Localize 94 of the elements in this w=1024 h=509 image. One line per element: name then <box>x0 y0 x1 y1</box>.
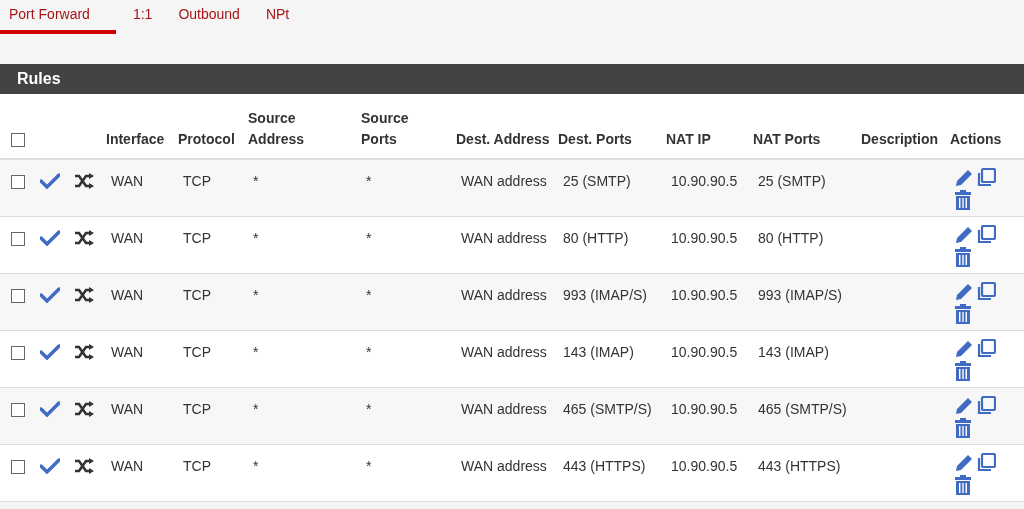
table-cell: TCP <box>183 173 211 189</box>
column-header: Actions <box>950 131 1002 147</box>
panel-title: Rules <box>17 70 61 88</box>
column-header: NAT IP <box>666 131 711 147</box>
copy-icon[interactable] <box>976 168 996 188</box>
table-cell: * <box>253 173 259 189</box>
trash-icon[interactable] <box>954 246 972 267</box>
table-cell: 80 (HTTP) <box>563 229 629 246</box>
edit-pencil-icon[interactable] <box>954 281 974 302</box>
shuffle-icon <box>74 286 94 303</box>
nav-tab[interactable]: Outbound <box>169 0 249 34</box>
row-checkbox[interactable] <box>11 175 25 190</box>
copy-icon[interactable] <box>976 281 996 302</box>
nav-tab[interactable]: Port Forward <box>0 0 116 34</box>
table-cell: WAN address <box>461 457 547 474</box>
table-cell: * <box>253 400 259 417</box>
shuffle-icon <box>74 173 94 189</box>
table-cell: 10.90.90.5 <box>671 173 738 189</box>
row-checkbox[interactable] <box>11 231 25 246</box>
table-cell: 443 (HTTPS) <box>758 457 841 474</box>
edit-pencil-icon[interactable] <box>954 395 974 416</box>
nav-tab[interactable]: NPt <box>256 0 299 34</box>
column-header: Dest. Address <box>456 131 550 147</box>
edit-pencil-icon[interactable] <box>954 452 974 473</box>
table-cell: 10.90.90.5 <box>671 343 738 360</box>
trash-icon[interactable] <box>954 303 972 324</box>
table-cell: * <box>253 343 259 360</box>
table-cell: * <box>366 286 372 303</box>
table-cell: 10.90.90.5 <box>671 457 738 474</box>
select-all-checkbox[interactable] <box>11 133 25 148</box>
table-cell: WAN <box>111 400 144 417</box>
table-cell: WAN <box>111 286 144 303</box>
table-cell: WAN <box>111 229 144 246</box>
table-cell: TCP <box>183 400 211 417</box>
copy-icon[interactable] <box>976 395 996 416</box>
table-cell: 25 (SMTP) <box>758 173 826 189</box>
table-cell: * <box>366 229 372 246</box>
row-checkbox[interactable] <box>11 402 25 417</box>
table-cell: 10.90.90.5 <box>671 400 738 417</box>
edit-pencil-icon[interactable] <box>954 224 974 245</box>
row-checkbox[interactable] <box>11 288 25 303</box>
edit-pencil-icon[interactable] <box>954 338 974 359</box>
edit-pencil-icon[interactable] <box>954 168 974 188</box>
trash-icon[interactable] <box>954 360 972 381</box>
copy-icon[interactable] <box>976 338 996 359</box>
table-cell: TCP <box>183 229 211 246</box>
nav-tab[interactable]: 1:1 <box>123 0 162 34</box>
column-header: Dest. Ports <box>558 131 632 147</box>
column-header: Description <box>861 131 938 147</box>
shuffle-icon <box>74 457 94 474</box>
table-cell: TCP <box>183 343 211 360</box>
trash-icon[interactable] <box>954 190 972 210</box>
shuffle-icon <box>74 400 94 417</box>
table-cell: * <box>366 343 372 360</box>
column-header: NAT Ports <box>753 131 821 147</box>
row-checkbox[interactable] <box>11 345 25 360</box>
table-cell: * <box>253 229 259 246</box>
table-cell: 465 (SMTP/S) <box>758 400 847 417</box>
table-cell: WAN address <box>461 400 547 417</box>
table-cell: WAN address <box>461 286 547 303</box>
table-cell: WAN <box>111 343 144 360</box>
table-cell: TCP <box>183 286 211 303</box>
column-header: Protocol <box>178 131 235 147</box>
table-cell: * <box>366 173 372 189</box>
shuffle-icon <box>74 229 94 246</box>
table-cell: TCP <box>183 457 211 474</box>
copy-icon[interactable] <box>976 224 996 245</box>
row-checkbox[interactable] <box>11 459 25 474</box>
table-cell: WAN address <box>461 343 547 360</box>
table-cell: 443 (HTTPS) <box>563 457 646 474</box>
table-cell: 143 (IMAP) <box>563 343 634 360</box>
shuffle-icon <box>74 343 94 360</box>
trash-icon[interactable] <box>954 474 972 495</box>
table-cell: 80 (HTTP) <box>758 229 824 246</box>
table-cell: WAN <box>111 173 144 189</box>
table-cell: WAN address <box>461 173 547 189</box>
table-cell: 143 (IMAP) <box>758 343 829 360</box>
table-cell: * <box>366 400 372 417</box>
table-cell: 993 (IMAP/S) <box>758 286 843 303</box>
table-cell: 993 (IMAP/S) <box>563 286 648 303</box>
table-cell: * <box>366 457 372 474</box>
column-header: Source Address <box>248 110 305 147</box>
column-header: Interface <box>106 131 165 147</box>
table-cell: 465 (SMTP/S) <box>563 400 652 417</box>
table-cell: 25 (SMTP) <box>563 173 631 189</box>
table-cell: * <box>253 286 259 303</box>
table-cell: 10.90.90.5 <box>671 229 738 246</box>
table-cell: WAN <box>111 457 144 474</box>
table-cell: 10.90.90.5 <box>671 286 738 303</box>
column-header: Source Ports <box>361 110 409 147</box>
table-cell: WAN address <box>461 229 547 246</box>
copy-icon[interactable] <box>976 452 996 473</box>
table-cell: * <box>253 457 259 474</box>
trash-icon[interactable] <box>954 417 972 438</box>
